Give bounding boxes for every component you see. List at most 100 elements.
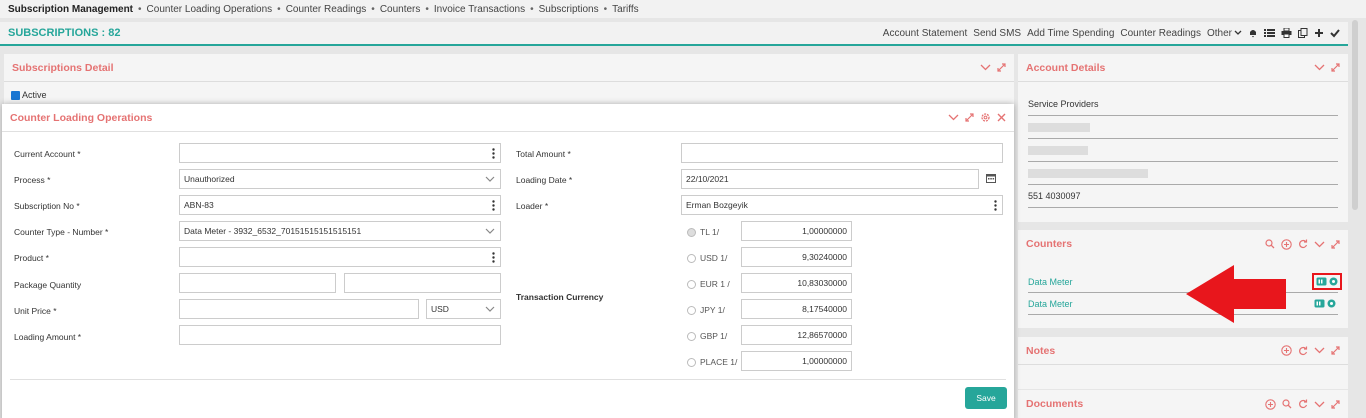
chevron-down-icon[interactable] [1314,401,1325,408]
settings-icon[interactable] [1327,299,1336,308]
print-icon[interactable] [1281,28,1292,38]
counter-name-link[interactable]: Data Meter [1028,277,1073,287]
chevron-down-icon [485,176,495,182]
loader-input[interactable]: Erman Bozgeyik [681,195,1003,215]
nav-counters[interactable]: Counters [380,4,421,15]
expand-icon[interactable] [965,113,974,122]
counter-readings-button[interactable]: Counter Readings [1120,28,1201,39]
settings-icon[interactable] [1329,277,1338,286]
nav-counter-loading-operations[interactable]: Counter Loading Operations [147,4,273,15]
subscriptions-detail-panel: Subscriptions Detail Active [4,54,1014,106]
bell-icon[interactable] [1248,28,1258,38]
currency-option-eur[interactable]: EUR 1 / [687,279,730,289]
list-icon[interactable] [1264,28,1275,38]
radio-selected[interactable] [687,227,696,237]
currency-rate-input[interactable]: 1,00000000 [741,351,852,371]
other-dropdown[interactable]: Other [1207,28,1242,39]
product-input[interactable] [179,247,501,267]
nav-subscription-management[interactable]: Subscription Management [8,4,133,15]
expand-icon[interactable] [1331,239,1340,249]
top-navigation: Subscription Management • Counter Loadin… [0,0,1366,18]
counter-type-select[interactable]: Data Meter - 3932_6532_70151515151515151 [179,221,501,241]
copy-icon[interactable] [1298,28,1308,38]
nav-invoice-transactions[interactable]: Invoice Transactions [434,4,525,15]
currency-rate-input[interactable]: 1,00000000 [741,221,852,241]
counter-type-value: Data Meter - 3932_6532_70151515151515151 [184,226,362,236]
currency-option-usd[interactable]: USD 1/ [687,253,727,263]
nav-counter-readings[interactable]: Counter Readings [286,4,367,15]
more-options-icon[interactable] [492,252,495,263]
add-circle-icon[interactable] [1281,345,1292,356]
radio-unselected[interactable] [687,279,696,289]
radio-unselected[interactable] [687,253,696,263]
expand-icon[interactable] [1331,346,1340,355]
currency-option-place[interactable]: PLACE 1/ [687,357,737,367]
more-options-icon[interactable] [492,148,495,159]
redacted-row [1028,116,1338,139]
currency-rate-input[interactable]: 8,17540000 [741,299,852,319]
current-account-input[interactable] [179,143,501,163]
save-button[interactable]: Save [965,387,1007,409]
more-options-icon[interactable] [492,200,495,211]
service-providers-text: Service Providers [1028,99,1099,109]
unit-currency-select[interactable]: USD [426,299,501,319]
chevron-down-icon[interactable] [980,64,991,71]
search-icon[interactable] [1265,239,1275,249]
modal-footer-divider [10,379,1006,380]
page-scrollbar[interactable] [1352,20,1358,210]
expand-icon[interactable] [1331,63,1340,72]
currency-option-tl[interactable]: TL 1/ [687,227,719,237]
gear-icon[interactable] [980,112,991,123]
counter-list-item[interactable]: Data Meter [1028,271,1342,293]
currency-rate-input[interactable]: 12,86570000 [741,325,852,345]
total-amount-input[interactable] [681,143,1003,163]
account-statement-button[interactable]: Account Statement [883,28,968,39]
refresh-icon[interactable] [1298,239,1308,249]
currency-label: JPY 1/ [700,305,725,315]
check-icon[interactable] [1330,28,1340,38]
meter-icon[interactable] [1316,277,1327,286]
search-icon[interactable] [1282,399,1292,409]
counter-name-link[interactable]: Data Meter [1028,299,1073,309]
currency-option-jpy[interactable]: JPY 1/ [687,305,725,315]
loading-date-input[interactable]: 22/10/2021 [681,169,979,189]
refresh-icon[interactable] [1298,346,1308,356]
radio-unselected[interactable] [687,305,696,315]
chevron-down-icon[interactable] [1314,64,1325,71]
loader-value: Erman Bozgeyik [686,200,748,210]
refresh-icon[interactable] [1298,399,1308,409]
package-quantity-secondary-input[interactable] [344,273,501,293]
currency-rate-input[interactable]: 10,83030000 [741,273,852,293]
counter-list-item[interactable]: Data Meter [1028,293,1338,315]
radio-unselected[interactable] [687,357,696,367]
expand-icon[interactable] [1331,399,1340,409]
add-circle-icon[interactable] [1281,238,1292,250]
currency-label: TL 1/ [700,227,720,237]
more-options-icon[interactable] [994,200,997,211]
nav-subscriptions[interactable]: Subscriptions [539,4,599,15]
nav-tariffs[interactable]: Tariffs [612,4,639,15]
nav-separator: • [138,3,142,15]
send-sms-button[interactable]: Send SMS [973,28,1021,39]
active-checkbox[interactable]: Active [11,90,47,100]
chevron-down-icon[interactable] [1314,347,1325,354]
add-circle-icon[interactable] [1265,398,1276,410]
other-label: Other [1206,27,1232,39]
chevron-down-icon[interactable] [948,114,959,121]
add-time-spending-button[interactable]: Add Time Spending [1027,28,1114,39]
calendar-icon[interactable] [986,173,996,183]
unit-price-input[interactable] [179,299,419,319]
currency-rate-input[interactable]: 9,30240000 [741,247,852,267]
currency-rate-value: 1,00000000 [802,226,847,236]
plus-icon[interactable] [1314,28,1324,38]
subscription-no-input[interactable]: ABN-83 [179,195,501,215]
chevron-down-icon[interactable] [1314,241,1325,248]
loading-amount-input[interactable] [179,325,501,345]
meter-icon[interactable] [1314,299,1325,308]
radio-unselected[interactable] [687,331,696,341]
expand-icon[interactable] [997,63,1006,72]
package-quantity-input[interactable] [179,273,336,293]
close-icon[interactable] [997,113,1006,122]
process-select[interactable]: Unauthorized [179,169,501,189]
currency-option-gbp[interactable]: GBP 1/ [687,331,727,341]
